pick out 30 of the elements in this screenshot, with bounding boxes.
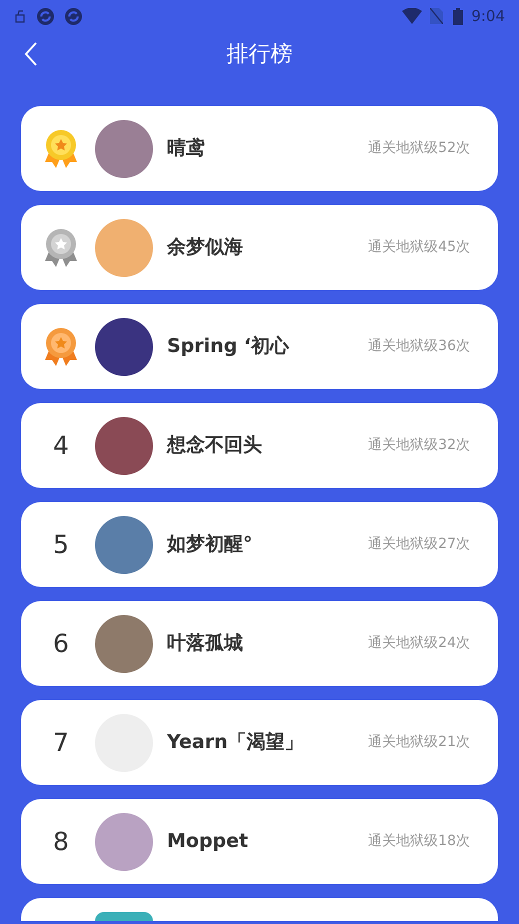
rank-number: 8: [53, 826, 69, 858]
rank-number: 6: [53, 628, 69, 660]
status-time: 9:04: [471, 6, 505, 27]
sync-icon: [65, 8, 82, 24]
clear-count: 通关地狱级36次: [368, 337, 470, 356]
sync-icon: [37, 8, 54, 24]
clear-count: 通关地狱级52次: [368, 139, 470, 158]
battery-icon: [453, 8, 464, 24]
clear-count: 通关地狱级45次: [368, 238, 470, 257]
player-name: Moppet: [167, 829, 248, 854]
clear-count: 通关地狱级21次: [368, 733, 470, 752]
player-name: Yearn「渴望」: [167, 730, 304, 756]
notification-icon: [14, 10, 26, 22]
clear-count: 通关地狱级24次: [368, 634, 470, 653]
player-name: Spring ‘初心: [167, 334, 290, 360]
wifi-icon: [402, 8, 422, 24]
no-sim-icon: [430, 8, 444, 24]
page-title: 排行榜: [226, 40, 292, 68]
player-name: 余梦似海: [167, 235, 243, 260]
player-name: 如梦初醒°: [167, 532, 252, 558]
player-name: 叶落孤城: [167, 631, 243, 656]
clear-count: 通关地狱级32次: [368, 436, 470, 455]
clear-count: 通关地狱级18次: [368, 832, 470, 851]
player-name: 想念不回头: [167, 433, 262, 458]
clear-count: 通关地狱级27次: [368, 535, 470, 554]
rank-number: 5: [53, 528, 69, 561]
back-icon[interactable]: [24, 42, 38, 66]
rank-number: 7: [53, 726, 69, 759]
player-name: 晴鸢: [167, 136, 205, 162]
rank-number: 4: [53, 430, 69, 462]
